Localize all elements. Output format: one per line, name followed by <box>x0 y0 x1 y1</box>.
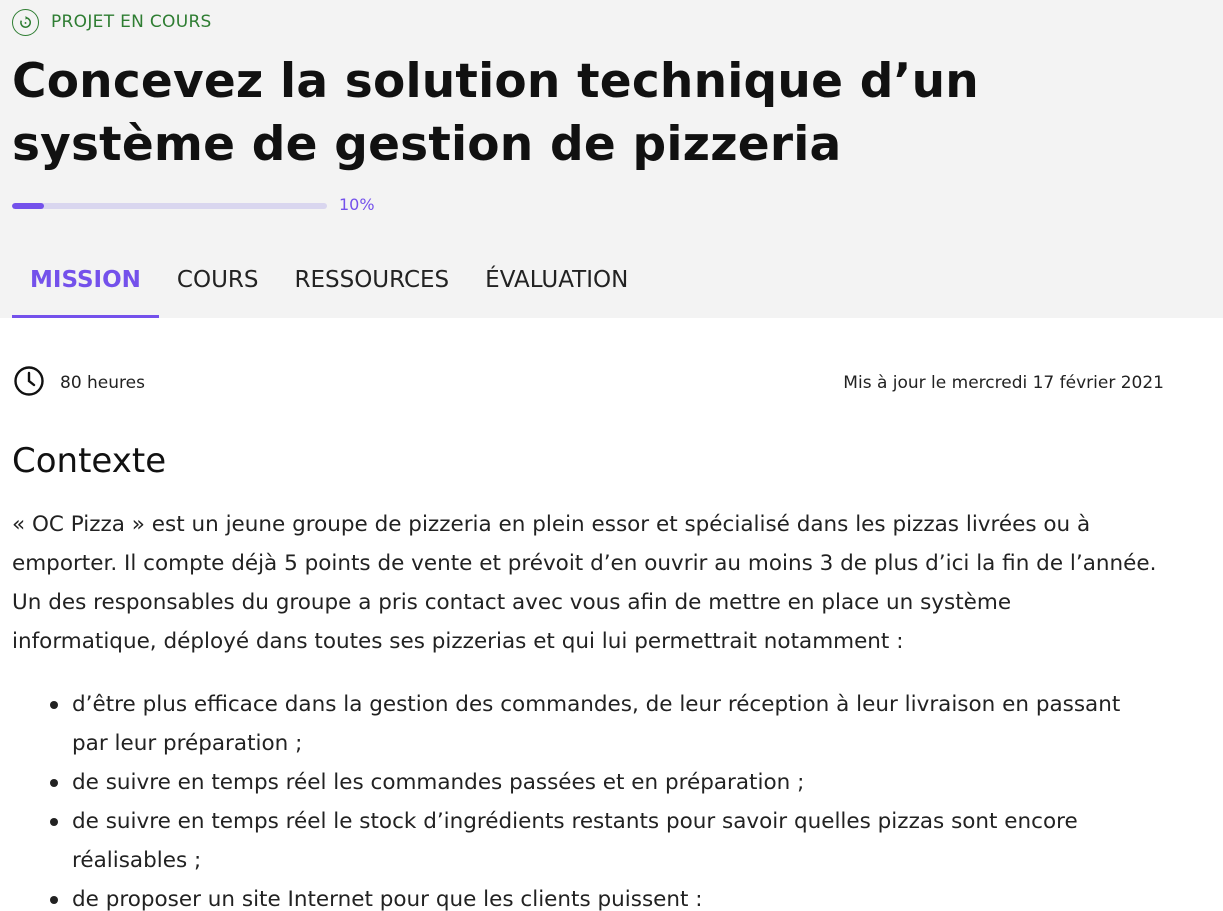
project-header: PROJET EN COURS Concevez la solution tec… <box>0 0 1223 318</box>
progress-bar-fill <box>12 203 44 209</box>
tab-label: COURS <box>176 267 259 293</box>
duration: 80 heures <box>12 364 145 403</box>
context-paragraph: « OC Pizza » est un jeune groupe de pizz… <box>12 512 1157 654</box>
updated-date: Mis à jour le mercredi 17 février 2021 <box>843 373 1164 393</box>
project-meta: 80 heures Mis à jour le mercredi 17 févr… <box>12 364 1164 403</box>
list-item: d’être plus efficace dans la gestion des… <box>40 685 1150 763</box>
list-item: de suivre en temps réel le stock d’ingré… <box>40 802 1150 880</box>
page-title: Concevez la solution technique d’un syst… <box>12 54 979 172</box>
tab-cours[interactable]: COURS <box>159 258 277 318</box>
duration-text: 80 heures <box>60 373 145 393</box>
progress-cycle-icon <box>12 8 39 36</box>
tab-mission[interactable]: MISSION <box>12 258 159 318</box>
progress-percent: 10% <box>339 195 375 214</box>
project-tabs: MISSION COURS RESSOURCES ÉVALUATION <box>12 258 646 318</box>
project-status: PROJET EN COURS <box>12 8 212 36</box>
tab-label: RESSOURCES <box>294 267 450 293</box>
clock-icon <box>12 364 46 403</box>
tab-label: ÉVALUATION <box>485 267 629 293</box>
progress-bar <box>12 203 327 209</box>
tab-label: MISSION <box>30 267 141 293</box>
status-label: PROJET EN COURS <box>51 12 212 32</box>
tab-ressources[interactable]: RESSOURCES <box>276 258 467 318</box>
list-item: de proposer un site Internet pour que le… <box>40 880 1150 911</box>
tab-evaluation[interactable]: ÉVALUATION <box>467 258 646 318</box>
list-item: de suivre en temps réel les commandes pa… <box>40 763 1150 802</box>
requirements-list: d’être plus efficace dans la gestion des… <box>40 685 1150 911</box>
section-title: Contexte <box>12 441 167 481</box>
